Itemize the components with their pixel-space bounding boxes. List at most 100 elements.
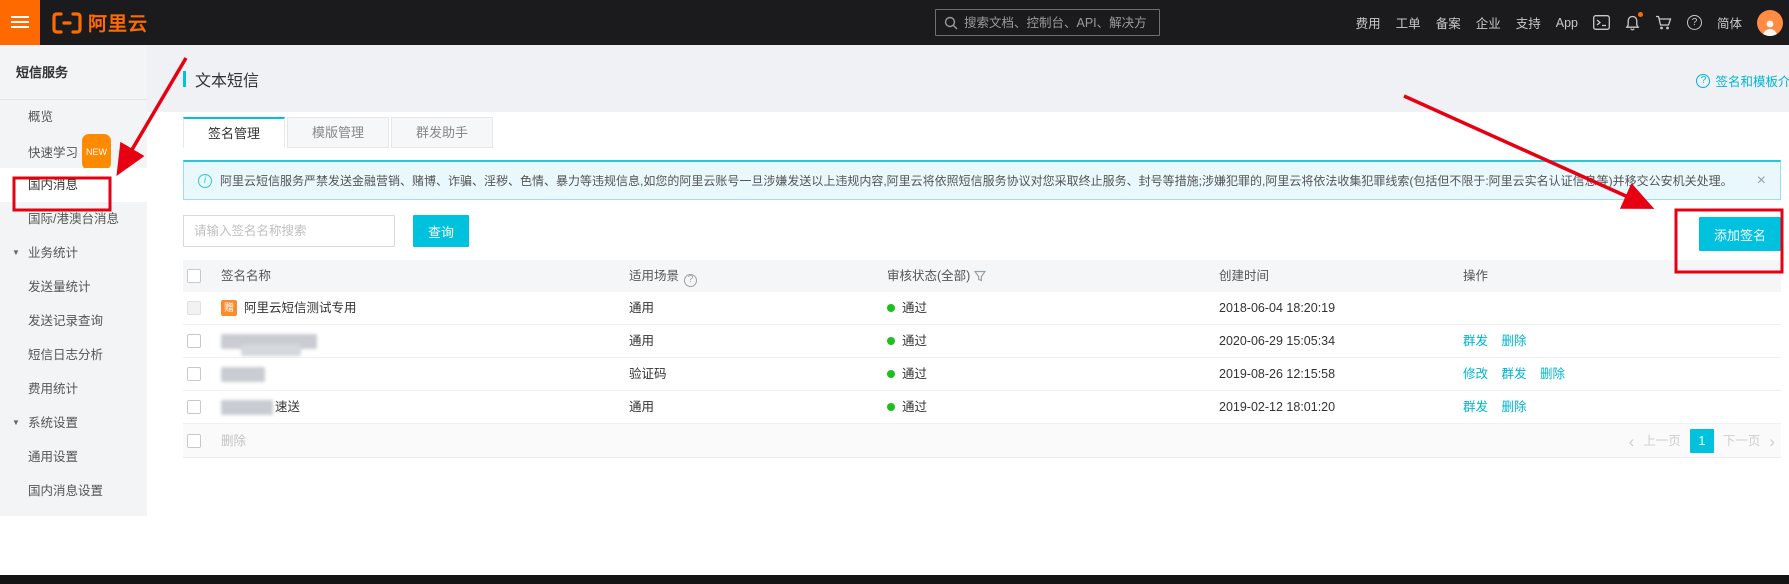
row-checkbox [187, 301, 201, 315]
row-checkbox[interactable] [187, 400, 201, 414]
bulk-send-link[interactable]: 群发 [1463, 400, 1488, 414]
nav-enterprise[interactable]: 企业 [1476, 13, 1501, 32]
help-icon[interactable]: ? [1687, 15, 1702, 30]
sidebar-item-quick-learning[interactable]: 快速学习NEW [0, 134, 147, 168]
signature-name-cell: 速送 [221, 391, 300, 423]
filter-funnel-icon[interactable] [974, 270, 986, 282]
sidebar-item-general-settings[interactable]: 通用设置 [0, 440, 147, 474]
status-dot [887, 403, 895, 411]
signature-table: 签名名称 适用场景? 审核状态(全部) 创建时间 操作 赠 阿里云短信测试专用 … [183, 260, 1781, 458]
created-cell: 2019-02-12 18:01:20 [1219, 391, 1335, 424]
footer-select-checkbox[interactable] [187, 434, 201, 448]
notifications-bell-icon[interactable] [1625, 15, 1640, 31]
sidebar-item-domestic-message-settings[interactable]: 国内消息设置 [0, 474, 147, 508]
banner-close-icon[interactable]: × [1757, 172, 1766, 190]
header-operations: 操作 [1463, 260, 1488, 292]
row-checkbox[interactable] [187, 334, 201, 348]
status-dot [887, 304, 895, 312]
signature-template-intro-link[interactable]: ? 签名和模板介绍 [1696, 71, 1789, 90]
info-icon: i [198, 174, 212, 188]
tab-signature-management[interactable]: 签名管理 [183, 117, 285, 148]
logo-text: 阿里云 [88, 9, 148, 36]
caret-down-icon: ▼ [12, 406, 20, 440]
global-search-box[interactable] [935, 9, 1160, 36]
compliance-notice-banner: i 阿里云短信服务严禁发送金融营销、赌博、诈骗、淫秽、色情、暴力等违规信息,如您… [183, 160, 1781, 200]
nav-tickets[interactable]: 工单 [1396, 13, 1421, 32]
nav-billing[interactable]: 费用 [1356, 13, 1381, 32]
sidebar: 短信服务 概览 快速学习NEW 国内消息 国际/港澳台消息 ▼业务统计 发送量统… [0, 45, 147, 516]
topbar-nav: 费用 工单 备案 企业 支持 App ? 简体 [1356, 0, 1783, 45]
select-all-checkbox[interactable] [187, 269, 201, 283]
signature-search-input[interactable] [183, 215, 395, 247]
gift-tag-icon: 赠 [221, 300, 237, 316]
row-checkbox[interactable] [187, 367, 201, 381]
sidebar-item-intl-messages[interactable]: 国际/港澳台消息 [0, 202, 147, 236]
scene-help-icon[interactable]: ? [684, 274, 697, 287]
sidebar-item-send-record-query[interactable]: 发送记录查询 [0, 304, 147, 338]
aliyun-sms-console: 阿里云 费用 工单 备案 企业 支持 App [0, 0, 1789, 584]
sidebar-group-business-stats[interactable]: ▼业务统计 [0, 236, 147, 270]
current-page-button[interactable]: 1 [1690, 429, 1714, 453]
batch-delete-button[interactable]: 删除 [221, 424, 246, 458]
signature-name-cell: 赠 阿里云短信测试专用 [221, 292, 357, 324]
sidebar-item-send-volume-stats[interactable]: 发送量统计 [0, 270, 147, 304]
nav-icp[interactable]: 备案 [1436, 13, 1461, 32]
scene-cell: 通用 [629, 292, 654, 325]
language-switch[interactable]: 简体 [1717, 13, 1742, 32]
topbar: 阿里云 费用 工单 备案 企业 支持 App [0, 0, 1789, 45]
created-cell: 2018-06-04 18:20:19 [1219, 292, 1335, 325]
signature-search-row: 查询 添加签名 [183, 215, 1781, 247]
new-badge: NEW [82, 134, 111, 170]
operations-cell: 群发 删除 [1463, 325, 1537, 358]
header-created-time: 创建时间 [1219, 260, 1269, 292]
tab-template-management[interactable]: 模版管理 [287, 117, 389, 148]
table-header-row: 签名名称 适用场景? 审核状态(全部) 创建时间 操作 [183, 260, 1781, 292]
question-circle-icon: ? [1696, 74, 1710, 88]
delete-link[interactable]: 删除 [1502, 334, 1527, 348]
caret-down-icon: ▼ [12, 236, 20, 270]
add-signature-button[interactable]: 添加签名 [1699, 217, 1781, 251]
scene-cell: 验证码 [629, 358, 667, 391]
sidebar-group-system-settings[interactable]: ▼系统设置 [0, 406, 147, 440]
user-avatar[interactable] [1757, 10, 1783, 36]
cloudshell-icon[interactable] [1593, 15, 1610, 30]
prev-page-chevron-icon[interactable]: ‹ [1629, 433, 1635, 450]
modify-link[interactable]: 修改 [1463, 367, 1488, 381]
screenshot-bottom-edge [0, 575, 1789, 584]
sidebar-item-domestic-messages[interactable]: 国内消息 [0, 168, 147, 202]
nav-support[interactable]: 支持 [1516, 13, 1541, 32]
sidebar-item-cost-stats[interactable]: 费用统计 [0, 372, 147, 406]
next-page-button[interactable]: 下一页 [1723, 424, 1761, 458]
query-button[interactable]: 查询 [413, 215, 469, 247]
operations-cell: 修改 群发 删除 [1463, 358, 1575, 391]
next-page-chevron-icon[interactable]: › [1769, 433, 1775, 450]
status-cell: 通过 [887, 358, 927, 390]
banner-text: 阿里云短信服务严禁发送金融营销、赌博、诈骗、淫秽、色情、暴力等违规信息,如您的阿… [220, 172, 1749, 189]
table-row: 速送 通用 通过 2019-02-12 18:01:20 群发 删除 [183, 391, 1781, 424]
sidebar-item-overview[interactable]: 概览 [0, 100, 147, 134]
aliyun-bracket-icon [52, 12, 82, 34]
cart-icon[interactable] [1655, 15, 1672, 31]
prev-page-button[interactable]: 上一页 [1643, 424, 1681, 458]
main-content: 文本短信 ? 签名和模板介绍 签名管理 模版管理 群发助手 i 阿里云短信服务严… [147, 45, 1789, 584]
created-cell: 2019-08-26 12:15:58 [1219, 358, 1335, 391]
redacted-name-block [241, 344, 301, 356]
notification-dot [1638, 12, 1643, 17]
header-scene: 适用场景? [629, 260, 697, 292]
signature-name-cell [221, 358, 265, 390]
sidebar-item-sms-log-analysis[interactable]: 短信日志分析 [0, 338, 147, 372]
status-dot [887, 337, 895, 345]
global-search-input[interactable] [964, 16, 1151, 30]
scene-cell: 通用 [629, 325, 654, 358]
bulk-send-link[interactable]: 群发 [1502, 367, 1527, 381]
bulk-send-link[interactable]: 群发 [1463, 334, 1488, 348]
aliyun-logo[interactable]: 阿里云 [52, 0, 148, 45]
header-audit-status: 审核状态(全部) [887, 260, 986, 292]
table-row: 验证码 通过 2019-08-26 12:15:58 修改 群发 删除 [183, 358, 1781, 391]
hamburger-menu-button[interactable] [0, 0, 40, 45]
created-cell: 2020-06-29 15:05:34 [1219, 325, 1335, 358]
nav-app[interactable]: App [1556, 16, 1578, 30]
delete-link[interactable]: 删除 [1540, 367, 1565, 381]
delete-link[interactable]: 删除 [1502, 400, 1527, 414]
tab-bulk-send-assistant[interactable]: 群发助手 [391, 117, 493, 148]
